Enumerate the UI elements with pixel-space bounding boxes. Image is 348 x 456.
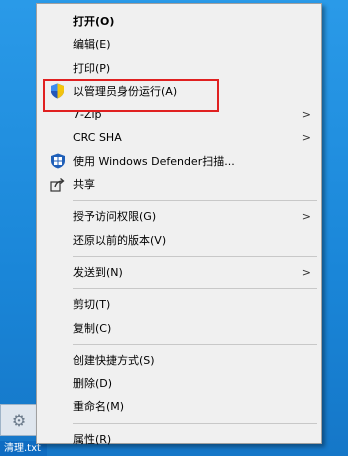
menu-item-delete[interactable]: 删除(D) bbox=[37, 372, 321, 395]
menu-item-run-as-admin[interactable]: 以管理员身份运行(A) bbox=[37, 80, 321, 103]
menu-item-edit[interactable]: 编辑(E) bbox=[37, 33, 321, 56]
menu-item-label: 以管理员身份运行(A) bbox=[73, 84, 178, 98]
menu-item-give-access[interactable]: 授予访问权限(G) > bbox=[37, 205, 321, 228]
menu-item-7zip[interactable]: 7-Zip > bbox=[37, 103, 321, 126]
menu-item-print[interactable]: 打印(P) bbox=[37, 57, 321, 80]
share-icon bbox=[49, 176, 66, 193]
desktop-file-icon[interactable]: ⚙ bbox=[0, 404, 38, 436]
menu-separator bbox=[73, 255, 317, 257]
menu-item-open[interactable]: 打开(O) bbox=[37, 10, 321, 33]
menu-item-defender-scan[interactable]: 使用 Windows Defender扫描... bbox=[37, 150, 321, 173]
menu-separator bbox=[73, 422, 317, 424]
menu-item-label: 7-Zip bbox=[73, 108, 102, 122]
menu-separator bbox=[73, 288, 317, 290]
menu-item-restore-versions[interactable]: 还原以前的版本(V) bbox=[37, 229, 321, 252]
menu-item-label: 重命名(M) bbox=[73, 400, 125, 414]
menu-separator bbox=[73, 343, 317, 345]
context-menu: 打开(O) 编辑(E) 打印(P) 以管理员身份运行(A) 7-Zip > CR… bbox=[36, 3, 322, 446]
menu-item-label: CRC SHA bbox=[73, 131, 122, 145]
menu-separator bbox=[73, 200, 317, 202]
chevron-right-icon: > bbox=[301, 210, 311, 224]
uac-shield-icon bbox=[49, 83, 66, 100]
menu-item-label: 创建快捷方式(S) bbox=[73, 353, 155, 367]
chevron-right-icon: > bbox=[301, 131, 311, 145]
menu-item-properties[interactable]: 属性(R) bbox=[37, 428, 321, 451]
menu-item-label: 打开(O) bbox=[73, 15, 115, 28]
menu-item-label: 编辑(E) bbox=[73, 38, 111, 52]
menu-item-label: 授予访问权限(G) bbox=[73, 210, 157, 224]
chevron-right-icon: > bbox=[301, 265, 311, 279]
menu-item-share[interactable]: 共享 bbox=[37, 173, 321, 196]
menu-item-label: 属性(R) bbox=[73, 432, 112, 446]
menu-item-label: 删除(D) bbox=[73, 377, 113, 391]
menu-item-label: 复制(C) bbox=[73, 321, 112, 335]
menu-item-create-shortcut[interactable]: 创建快捷方式(S) bbox=[37, 349, 321, 372]
menu-item-label: 还原以前的版本(V) bbox=[73, 233, 167, 247]
windows-defender-icon bbox=[49, 153, 66, 170]
menu-item-label: 使用 Windows Defender扫描... bbox=[73, 154, 235, 168]
chevron-right-icon: > bbox=[301, 108, 311, 122]
menu-item-send-to[interactable]: 发送到(N) > bbox=[37, 261, 321, 284]
menu-item-copy[interactable]: 复制(C) bbox=[37, 317, 321, 340]
menu-item-rename[interactable]: 重命名(M) bbox=[37, 395, 321, 418]
menu-item-label: 打印(P) bbox=[73, 61, 111, 75]
menu-item-label: 共享 bbox=[73, 178, 95, 192]
menu-item-crc-sha[interactable]: CRC SHA > bbox=[37, 126, 321, 149]
menu-item-label: 发送到(N) bbox=[73, 265, 123, 279]
menu-item-cut[interactable]: 剪切(T) bbox=[37, 293, 321, 316]
menu-item-label: 剪切(T) bbox=[73, 298, 111, 312]
